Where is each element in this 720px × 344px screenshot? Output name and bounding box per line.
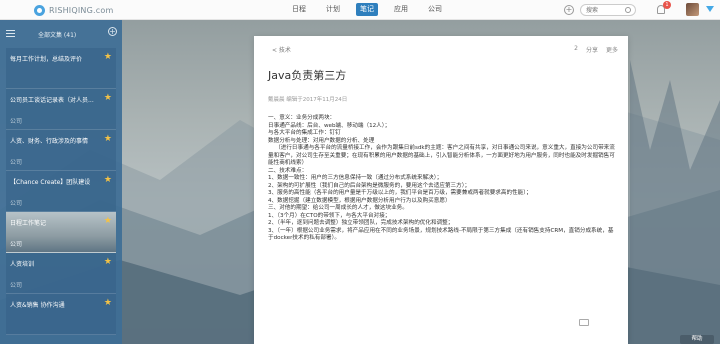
list-item-selected[interactable]: 日程工作笔记 公司 ★ — [6, 212, 116, 253]
back-to-notebook-link[interactable]: < 技术 — [272, 45, 291, 54]
menu-icon[interactable] — [6, 30, 15, 37]
star-icon[interactable]: ★ — [104, 93, 112, 103]
collaborators-button[interactable]: 2 — [574, 45, 578, 54]
body-line: 1、数据一致性：用户的三方信息保持一致（通过分布式系统来解决）； — [268, 175, 443, 181]
star-icon[interactable]: ★ — [104, 52, 112, 62]
star-icon[interactable]: ★ — [104, 216, 112, 226]
star-icon[interactable]: ★ — [104, 134, 112, 144]
nav-item-apps[interactable]: 应用 — [390, 3, 412, 16]
note-body[interactable]: 一、意义：业务分成两块： 日事通产品线：后台、web端、移动端（12人）； 与各… — [268, 115, 618, 243]
search-box — [580, 4, 636, 16]
note-title: 【Chance Create】团队建设 — [10, 179, 91, 186]
body-line: 日事通产品线：后台、web端、移动端（12人）； — [268, 122, 391, 129]
note-title: 公司员工谈话记录表（对人员... — [10, 97, 94, 104]
notification-badge: 1 — [663, 1, 671, 9]
note-title: 人资、财务、行政涉及的事情 — [10, 138, 89, 145]
list-item[interactable]: 每月工作计划，总结及评价 ★ — [6, 48, 116, 89]
note-title-heading[interactable]: Java负责第三方 — [268, 67, 346, 83]
editor-actions: 2 分享 更多 — [574, 45, 618, 54]
list-item[interactable]: 【Chance Create】团队建设 公司 ★ — [6, 171, 116, 212]
more-button[interactable]: 更多 — [606, 45, 618, 54]
nav-item-notes[interactable]: 笔记 — [356, 3, 378, 16]
logo[interactable]: RISHIQING.com — [34, 3, 113, 17]
list-item[interactable]: 人资培训 公司 ★ — [6, 253, 116, 294]
note-category: 公司 — [10, 159, 23, 166]
note-title: 人资&销售 协作沟通 — [10, 302, 65, 309]
nav-item-schedule[interactable]: 日程 — [288, 3, 310, 16]
note-title: 每月工作计划，总结及评价 — [10, 56, 83, 63]
note-category: 公司 — [10, 200, 23, 207]
note-title: 日程工作笔记 — [10, 220, 47, 227]
note-list: 每月工作计划，总结及评价 ★ 公司员工谈话记录表（对人员... 公司 ★ 人资、… — [6, 48, 116, 335]
body-line: 1、（3个月）在CTO的带领下，与各大平台对接； — [268, 212, 391, 219]
note-meta: 戴晨晨 编辑于2017年11月24日 — [268, 97, 348, 103]
list-item[interactable]: 公司员工谈话记录表（对人员... 公司 ★ — [6, 89, 116, 130]
note-category: 公司 — [10, 118, 23, 125]
star-icon[interactable]: ★ — [104, 257, 112, 267]
star-icon[interactable]: ★ — [104, 298, 112, 308]
main-nav: 日程 计划 笔记 应用 公司 — [288, 3, 446, 17]
diamond-icon[interactable] — [706, 6, 714, 12]
body-line: （进行日事通与各平台的流量桥接工作，会作为跟集日前sdk的主题：客户之间有共享，… — [268, 145, 615, 166]
body-line: 二、技术难点： — [268, 167, 308, 174]
note-title: 人资培训 — [10, 261, 35, 268]
add-note-icon[interactable]: + — [108, 27, 117, 36]
avatar[interactable] — [686, 3, 699, 16]
sidebar-header: 全部文集 (41) + — [0, 20, 122, 48]
body-line: 3、（一年）根据公司业务需求，将产品应用在不同的业务场景，规划技术路线-不局限于… — [268, 227, 614, 242]
body-line: 2、（半年，逐到问题去调整）独立带领团队，完成技术架构的优化和调整； — [268, 220, 454, 226]
body-line: 一、意义：业务分成两块： — [268, 115, 336, 121]
body-line: 4、数据挖掘（建立数据模型，根据用户数据分析用户行为以及购买意愿） — [268, 197, 451, 204]
body-line: 数据分析与处理：对用户数据的分析、处理 — [268, 137, 375, 144]
add-circle-icon[interactable]: + — [564, 5, 574, 15]
share-button[interactable]: 分享 — [586, 45, 598, 54]
nav-item-company[interactable]: 公司 — [424, 3, 446, 16]
list-item[interactable]: 人资、财务、行政涉及的事情 公司 ★ — [6, 130, 116, 171]
note-category: 公司 — [10, 282, 23, 289]
logo-text: RISHIQING.com — [49, 5, 114, 15]
search-input[interactable] — [586, 5, 624, 15]
list-item[interactable]: 人资&销售 协作沟通 ★ — [6, 294, 116, 335]
body-line: 2、架构的可扩展性（我们自己的后台架构是微服务的，要用这个去适应第三方）； — [268, 182, 471, 189]
keyboard-icon[interactable] — [579, 319, 589, 326]
body-line: 三、对他的期望：给公司一周成长的人才，做这块业务。 — [268, 205, 408, 211]
notes-sidebar: 全部文集 (41) + 每月工作计划，总结及评价 ★ 公司员工谈话记录表（对人员… — [0, 20, 122, 344]
search-icon[interactable] — [625, 7, 631, 13]
star-icon[interactable]: ★ — [104, 175, 112, 185]
editor-toolbar: < 技术 2 分享 更多 — [254, 36, 628, 60]
notebook-selector[interactable]: 全部文集 (41) — [38, 30, 76, 39]
top-navigation-bar: RISHIQING.com 日程 计划 笔记 应用 公司 + 1 — [0, 0, 720, 20]
body-line: 与各大平台的集成工作：钉钉 — [268, 130, 341, 136]
note-category: 公司 — [10, 241, 23, 248]
logo-icon — [34, 4, 45, 16]
body-line: 3、服务的高性能（各平台的用户量是千万级以上的，我们平台是百万级，需要兼或两者就… — [268, 190, 532, 196]
help-button[interactable]: 帮助 — [680, 335, 714, 344]
note-editor: < 技术 2 分享 更多 Java负责第三方 戴晨晨 编辑于2017年11月24… — [254, 36, 628, 344]
nav-item-plan[interactable]: 计划 — [322, 3, 344, 16]
